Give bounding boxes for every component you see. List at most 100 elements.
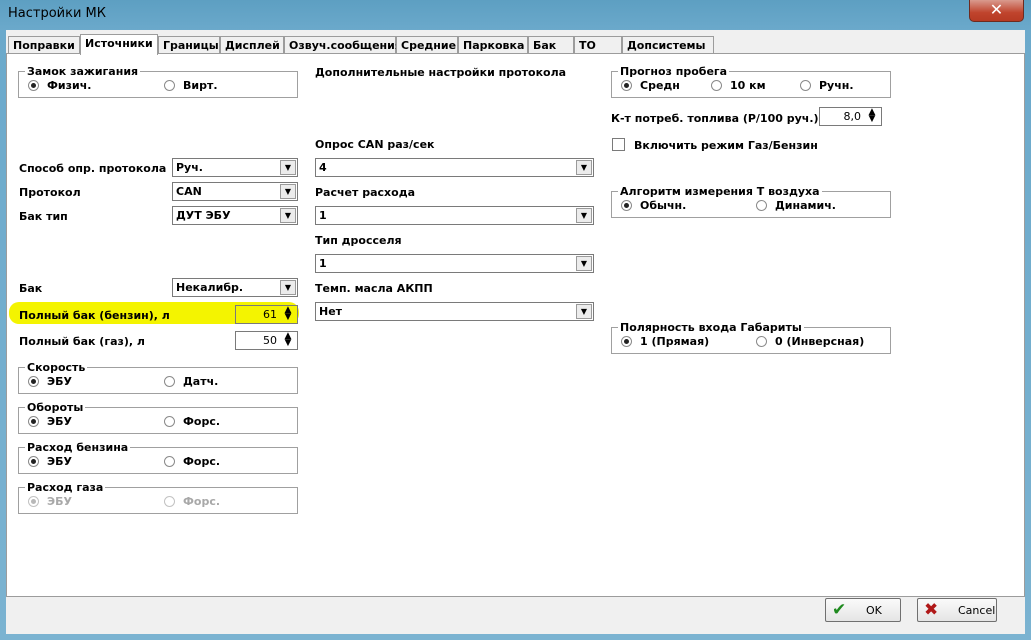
- client-area: Поправки Источники Границы Дисплей Озвуч…: [6, 30, 1025, 634]
- chevron-down-icon[interactable]: ▼: [576, 208, 592, 223]
- close-button[interactable]: ✕: [969, 0, 1024, 22]
- tab-display[interactable]: Дисплей: [220, 36, 284, 54]
- speed-ecu-radio[interactable]: ЭБУ: [28, 375, 72, 388]
- tab-limits[interactable]: Границы: [158, 36, 220, 54]
- radio-dot-icon: [800, 80, 811, 91]
- tab-maintenance[interactable]: ТО: [574, 36, 622, 54]
- radio-dot-icon: [621, 200, 632, 211]
- side-lights-polarity-group: Полярность входа Габариты 1 (Прямая) 0 (…: [611, 321, 891, 354]
- radio-dot-icon: [756, 200, 767, 211]
- radio-dot-icon: [621, 336, 632, 347]
- forecast-10km-radio[interactable]: 10 км: [711, 79, 766, 92]
- can-poll-label: Опрос CAN раз/сек: [315, 138, 435, 151]
- chevron-down-icon[interactable]: ▼: [280, 280, 296, 295]
- tab-strip: Поправки Источники Границы Дисплей Озвуч…: [6, 34, 1025, 55]
- full-tank-gas-label: Полный бак (газ), л: [19, 335, 145, 348]
- tab-extra-systems[interactable]: Допсистемы: [622, 36, 714, 54]
- full-tank-gas-spinner[interactable]: 50 ▲ ▼: [235, 331, 298, 350]
- protocol-method-select[interactable]: Руч. ▼: [172, 158, 298, 177]
- window: Настройки МК ✕ Поправки Источники Границ…: [0, 0, 1031, 640]
- chevron-down-icon[interactable]: ▼: [576, 304, 592, 319]
- fuel-coef-spinner[interactable]: 8,0 ▲ ▼: [819, 107, 882, 126]
- radio-dot-icon: [28, 376, 39, 387]
- radio-dot-icon: [164, 456, 175, 467]
- protocol-select[interactable]: CAN ▼: [172, 182, 298, 201]
- radio-dot-icon: [164, 496, 175, 507]
- spin-arrows-icon[interactable]: ▲ ▼: [280, 332, 296, 348]
- speed-sensor-radio[interactable]: Датч.: [164, 375, 218, 388]
- air-normal-radio[interactable]: Обычн.: [621, 199, 686, 212]
- radio-dot-icon: [164, 376, 175, 387]
- tab-parking[interactable]: Парковка: [458, 36, 528, 54]
- rpm-group: Обороты ЭБУ Форс.: [18, 401, 298, 434]
- sources-panel: Замок зажигания Физич. Вирт. Способ опр.…: [6, 53, 1025, 597]
- tank-label: Бак: [19, 282, 43, 295]
- window-title: Настройки МК: [8, 6, 106, 21]
- petrol-flow-group: Расход бензина ЭБУ Форс.: [18, 441, 298, 474]
- speed-group: Скорость ЭБУ Датч.: [18, 361, 298, 394]
- tab-sources[interactable]: Источники: [80, 34, 158, 55]
- radio-dot-icon: [28, 496, 39, 507]
- full-tank-petrol-spinner[interactable]: 61 ▲ ▼: [235, 305, 298, 324]
- mileage-forecast-group: Прогноз пробега Средн 10 км Ручн.: [611, 65, 891, 98]
- tank-type-label: Бак тип: [19, 210, 68, 223]
- air-temp-algorithm-group: Алгоритм измерения Т воздуха Обычн. Дина…: [611, 185, 891, 218]
- radio-dot-icon: [28, 456, 39, 467]
- fuel-coef-label: К-т потреб. топлива (Р/100 руч.): [611, 112, 819, 125]
- cancel-button[interactable]: ✖ Cancel: [917, 598, 997, 622]
- throttle-type-label: Тип дросселя: [315, 234, 402, 247]
- polarity-direct-radio[interactable]: 1 (Прямая): [621, 335, 709, 348]
- check-icon: ✔: [832, 600, 847, 620]
- petrol-flow-ecu-radio[interactable]: ЭБУ: [28, 455, 72, 468]
- radio-dot-icon: [28, 80, 39, 91]
- tab-averages[interactable]: Средние: [396, 36, 458, 54]
- rpm-injector-radio[interactable]: Форс.: [164, 415, 220, 428]
- protocol-method-label: Способ опр. протокола: [19, 162, 167, 175]
- ignition-virtual-radio[interactable]: Вирт.: [164, 79, 218, 92]
- can-poll-select[interactable]: 4 ▼: [315, 158, 594, 177]
- radio-dot-icon: [756, 336, 767, 347]
- extra-protocol-settings-title: Дополнительные настройки протокола: [315, 66, 567, 79]
- spin-arrows-icon[interactable]: ▲ ▼: [280, 306, 296, 322]
- title-bar[interactable]: Настройки МК ✕: [0, 0, 1031, 28]
- petrol-flow-injector-radio[interactable]: Форс.: [164, 455, 220, 468]
- tank-select[interactable]: Некалибр. ▼: [172, 278, 298, 297]
- gas-mode-label: Включить режим Газ/Бензин: [634, 139, 818, 152]
- ignition-physical-radio[interactable]: Физич.: [28, 79, 91, 92]
- consumption-calc-label: Расчет расхода: [315, 186, 415, 199]
- radio-dot-icon: [711, 80, 722, 91]
- chevron-down-icon[interactable]: ▼: [280, 208, 296, 223]
- radio-dot-icon: [164, 80, 175, 91]
- forecast-average-radio[interactable]: Средн: [621, 79, 680, 92]
- chevron-down-icon[interactable]: ▼: [280, 184, 296, 199]
- gas-flow-ecu-radio[interactable]: ЭБУ: [28, 495, 72, 508]
- full-tank-petrol-label: Полный бак (бензин), л: [19, 309, 170, 322]
- air-dynamic-radio[interactable]: Динамич.: [756, 199, 836, 212]
- chevron-down-icon[interactable]: ▼: [576, 160, 592, 175]
- tab-tank[interactable]: Бак: [528, 36, 574, 54]
- protocol-label: Протокол: [19, 186, 81, 199]
- gas-flow-injector-radio[interactable]: Форс.: [164, 495, 220, 508]
- forecast-manual-radio[interactable]: Ручн.: [800, 79, 854, 92]
- tank-type-select[interactable]: ДУТ ЭБУ ▼: [172, 206, 298, 225]
- tab-corrections[interactable]: Поправки: [8, 36, 80, 54]
- oil-temp-label: Темп. масла АКПП: [315, 282, 433, 295]
- ignition-group: Замок зажигания Физич. Вирт.: [18, 65, 298, 98]
- ignition-group-title: Замок зажигания: [25, 65, 141, 78]
- chevron-down-icon[interactable]: ▼: [280, 160, 296, 175]
- consumption-calc-select[interactable]: 1 ▼: [315, 206, 594, 225]
- radio-dot-icon: [28, 416, 39, 427]
- tab-voice-messages[interactable]: Озвуч.сообщения: [284, 36, 402, 54]
- rpm-ecu-radio[interactable]: ЭБУ: [28, 415, 72, 428]
- spin-arrows-icon[interactable]: ▲ ▼: [864, 108, 880, 124]
- radio-dot-icon: [164, 416, 175, 427]
- radio-dot-icon: [621, 80, 632, 91]
- cross-icon: ✖: [924, 600, 939, 620]
- ok-button[interactable]: ✔ OK: [825, 598, 901, 622]
- gas-flow-group: Расход газа ЭБУ Форс.: [18, 481, 298, 514]
- throttle-type-select[interactable]: 1 ▼: [315, 254, 594, 273]
- gas-mode-checkbox[interactable]: [612, 138, 625, 151]
- chevron-down-icon[interactable]: ▼: [576, 256, 592, 271]
- polarity-inverse-radio[interactable]: 0 (Инверсная): [756, 335, 864, 348]
- oil-temp-select[interactable]: Нет ▼: [315, 302, 594, 321]
